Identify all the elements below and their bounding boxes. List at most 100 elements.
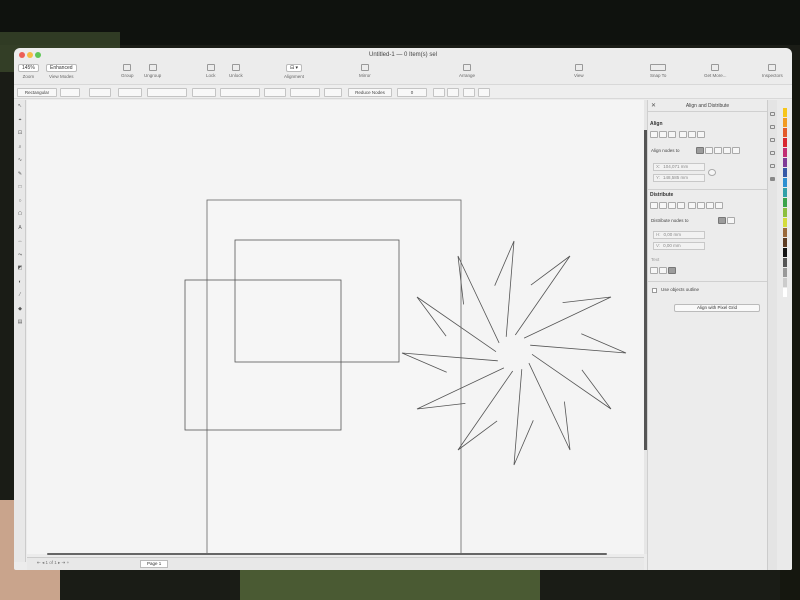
node-tool-icon[interactable]: ⌖ — [17, 117, 23, 123]
smart-fill-tool-icon[interactable]: ▤ — [17, 320, 23, 325]
text-baseline-last-icon[interactable] — [659, 267, 667, 274]
align-center-vertical-icon[interactable] — [688, 131, 696, 138]
star-point[interactable] — [457, 370, 514, 451]
align-y-field[interactable]: Y: 148,585 mm — [653, 174, 705, 182]
select-all-nodes-button[interactable] — [447, 88, 459, 97]
align-to-center-icon[interactable] — [714, 147, 722, 154]
align-left-icon[interactable] — [650, 131, 658, 138]
lock-button[interactable]: Lock — [206, 64, 216, 78]
color-swatch[interactable] — [783, 128, 787, 137]
align-to-point-icon[interactable] — [732, 147, 740, 154]
align-top-icon[interactable] — [679, 131, 687, 138]
unlock-button[interactable]: Unlock — [229, 64, 243, 78]
distribute-top-icon[interactable] — [688, 202, 696, 209]
text-tool-icon[interactable]: A — [17, 225, 23, 231]
elastic-mode-button[interactable] — [433, 88, 445, 97]
star-point[interactable] — [513, 369, 534, 466]
color-swatch[interactable] — [783, 188, 787, 197]
objects-tab-icon[interactable] — [770, 125, 775, 129]
page-navigator[interactable]: ⇤ ◂ 1 of 1 ▸ ⇥ + — [37, 560, 69, 566]
stretch-rotate-buttons[interactable] — [290, 88, 320, 97]
align-to-grid-icon[interactable] — [723, 147, 731, 154]
color-swatch[interactable] — [783, 288, 787, 297]
reduce-nodes-button[interactable]: Reduce Nodes — [348, 88, 392, 97]
use-outline-checkbox[interactable] — [652, 288, 657, 293]
connector-tool-icon[interactable]: ⤳ — [17, 252, 23, 258]
zoom-tool-icon[interactable]: ⌕ — [17, 144, 23, 150]
star-point[interactable] — [531, 353, 612, 410]
color-swatch[interactable] — [783, 178, 787, 187]
color-swatch[interactable] — [783, 198, 787, 207]
star-point[interactable] — [514, 255, 571, 336]
parallel-dimension-tool-icon[interactable]: ↔ — [17, 239, 23, 244]
distribute-to-page-icon[interactable] — [727, 217, 735, 224]
get-more-button[interactable]: Get More... — [704, 64, 727, 78]
transparency-tool-icon[interactable]: ◐ — [17, 279, 23, 285]
color-swatch[interactable] — [783, 158, 787, 167]
curve-direction-buttons[interactable] — [192, 88, 216, 97]
arrange-button[interactable]: Arrange — [459, 64, 475, 78]
align-pixel-grid-button[interactable]: Align with Pixel Grid — [674, 304, 760, 312]
zoom-select[interactable]: 145% — [18, 64, 39, 72]
align-nodes-buttons[interactable] — [324, 88, 342, 97]
alignment-select[interactable]: ⊟ ▾ — [285, 64, 303, 72]
node-tools-buttons[interactable] — [220, 88, 260, 97]
alignment-button[interactable]: ⊟ ▾ Alignment — [284, 64, 304, 79]
distribute-right-icon[interactable] — [677, 202, 685, 209]
distribute-middle-icon[interactable] — [697, 202, 705, 209]
color-swatch[interactable] — [783, 138, 787, 147]
pick-tool-icon[interactable]: ↖ — [17, 104, 23, 109]
view-button[interactable]: View — [574, 64, 584, 78]
artistic-media-tool-icon[interactable]: ✎ — [17, 171, 23, 177]
rectangle-tool-icon[interactable]: □ — [17, 185, 23, 190]
distribute-spacing-v-icon[interactable] — [706, 202, 714, 209]
join-nodes-buttons[interactable] — [89, 88, 111, 97]
shaping-tab-icon[interactable] — [770, 151, 775, 155]
inspectors-button[interactable]: Inspectors — [762, 64, 783, 78]
color-swatch[interactable] — [783, 278, 787, 287]
align-bottom-icon[interactable] — [697, 131, 705, 138]
color-swatch[interactable] — [783, 168, 787, 177]
snap-to-button[interactable]: Snap To — [650, 64, 666, 78]
curve-smoothness-input[interactable]: 0 — [397, 88, 427, 97]
align-center-horizontal-icon[interactable] — [659, 131, 667, 138]
distribute-left-icon[interactable] — [650, 202, 658, 209]
view-mode-select[interactable]: Enhanced — [46, 64, 77, 72]
transform-tab-icon[interactable] — [770, 138, 775, 142]
align-distribute-tab-icon[interactable] — [770, 177, 775, 181]
target-point-icon[interactable] — [708, 169, 716, 176]
polygon-tool-icon[interactable]: ⬠ — [17, 212, 23, 217]
node-type-buttons[interactable] — [147, 88, 187, 97]
color-swatch[interactable] — [783, 248, 787, 257]
extract-subpath-buttons[interactable] — [264, 88, 286, 97]
eyedropper-tool-icon[interactable]: ⁄ — [17, 293, 23, 298]
color-swatch[interactable] — [783, 218, 787, 227]
distribute-v-field[interactable]: V: 0,00 mm — [653, 242, 705, 250]
text-bounding-box-icon[interactable] — [668, 267, 676, 274]
horizontal-scroll-thumb[interactable] — [47, 553, 607, 555]
page-tab[interactable]: Page 1 — [140, 560, 169, 568]
view-modes-control[interactable]: Enhanced View Modes — [46, 64, 77, 79]
convert-nodes-buttons[interactable] — [118, 88, 142, 97]
drawing-surface[interactable] — [27, 100, 644, 559]
align-to-page-icon[interactable] — [705, 147, 713, 154]
align-right-icon[interactable] — [668, 131, 676, 138]
color-styles-tab-icon[interactable] — [770, 164, 775, 168]
interactive-fill-tool-icon[interactable]: ◆ — [17, 306, 23, 312]
distribute-h-field[interactable]: H: 0,00 mm — [653, 231, 705, 239]
dash-options-button[interactable] — [478, 88, 490, 97]
distribute-center-icon[interactable] — [659, 202, 667, 209]
selection-mode-select[interactable]: Rectangular — [17, 88, 57, 97]
distribute-spacing-h-icon[interactable] — [668, 202, 676, 209]
color-swatch[interactable] — [783, 118, 787, 127]
reflect-nodes-button[interactable] — [463, 88, 475, 97]
drawing-canvas[interactable] — [27, 100, 644, 559]
crop-tool-icon[interactable]: ⊡ — [17, 131, 23, 136]
color-swatch[interactable] — [783, 148, 787, 157]
freehand-tool-icon[interactable]: ∿ — [17, 158, 23, 163]
horizontal-scrollbar[interactable] — [32, 552, 642, 556]
align-to-selection-icon[interactable] — [696, 147, 704, 154]
mirror-button[interactable]: Mirror — [359, 64, 371, 78]
color-swatch[interactable] — [783, 238, 787, 247]
distribute-to-selection-icon[interactable] — [718, 217, 726, 224]
